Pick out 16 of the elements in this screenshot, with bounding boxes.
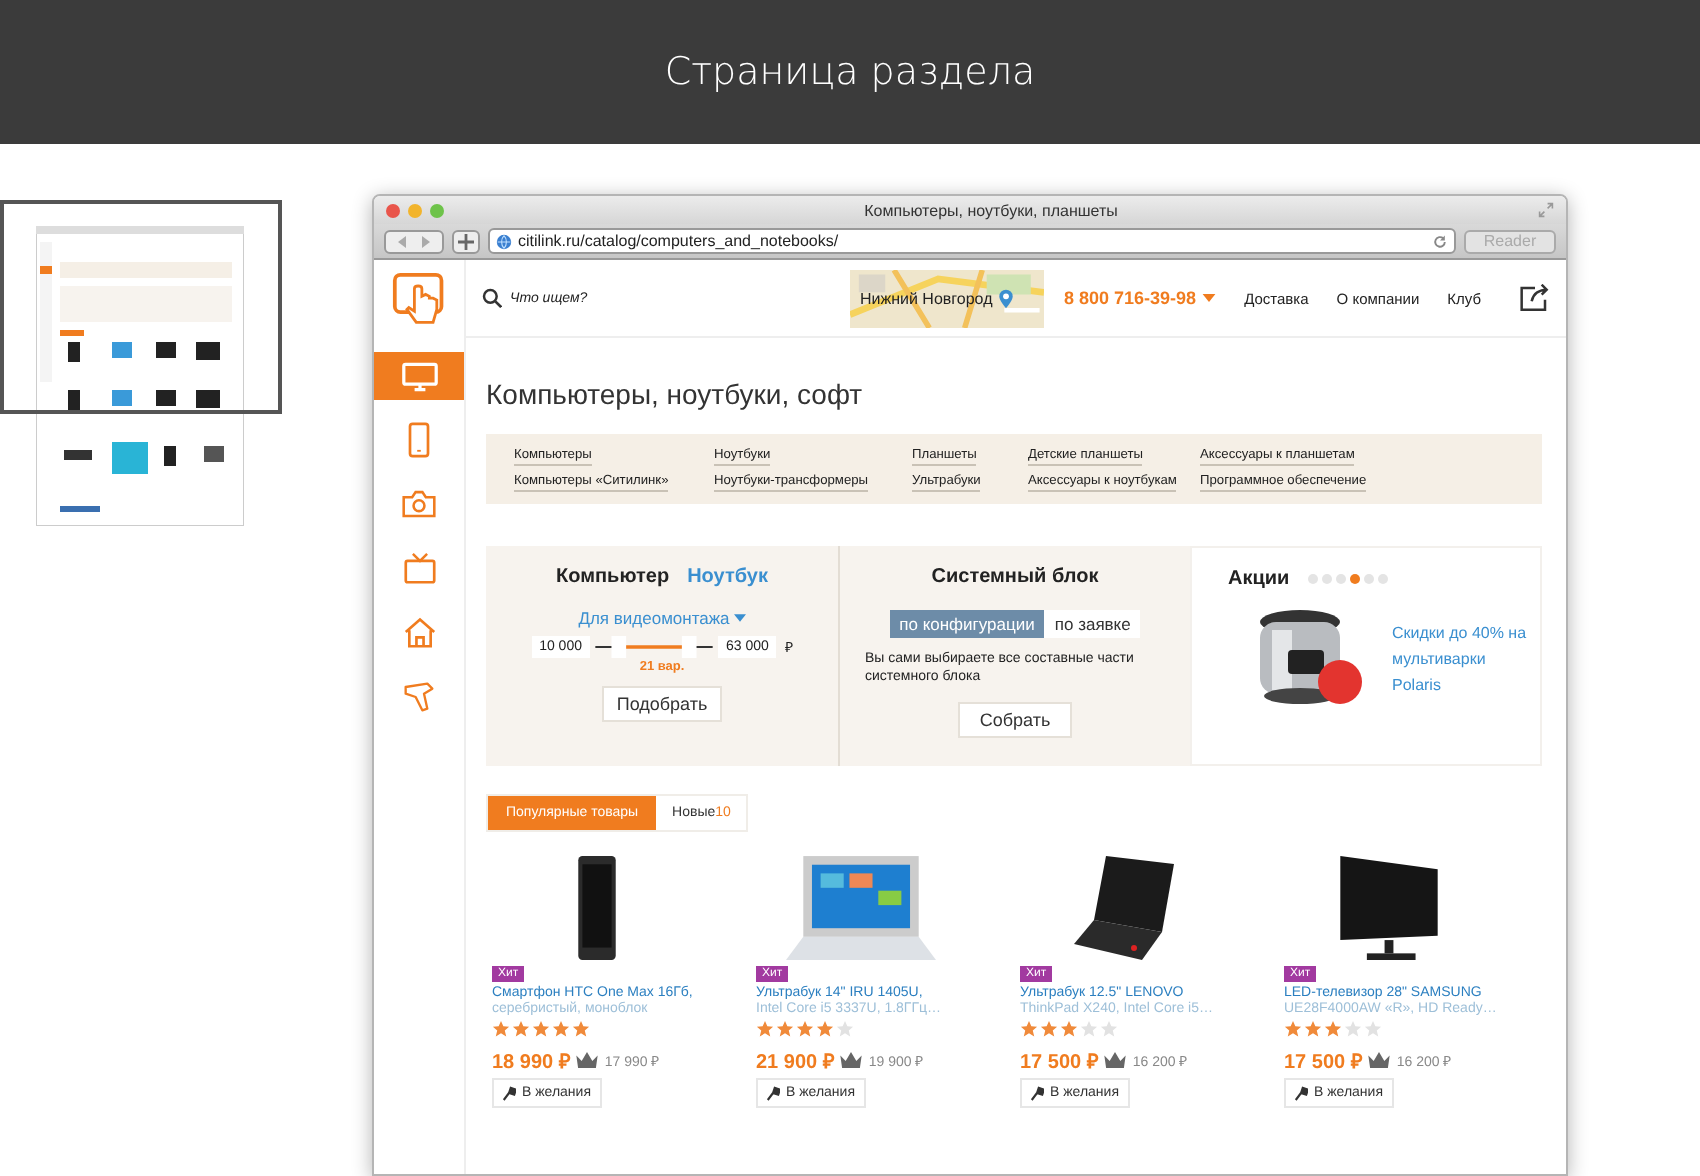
- address-field[interactable]: citilink.ru/catalog/computers_and_notebooks/: [488, 228, 1456, 254]
- promo-link[interactable]: Скидки до 40% на мультиварки Polaris: [1392, 619, 1532, 697]
- panel-title: Акции: [1228, 568, 1290, 590]
- section-heading: Компьютеры, ноутбуки, софт: [486, 378, 865, 410]
- product-price: 18 990 ₽: [492, 1050, 571, 1074]
- pick-button[interactable]: Подобрать: [602, 686, 722, 722]
- configurator-tab[interactable]: Компьютер: [556, 566, 670, 588]
- product-price: 17 500 ₽: [1284, 1050, 1363, 1074]
- product-price: 17 500 ₽: [1020, 1050, 1099, 1074]
- panel-title: Системный блок: [931, 566, 1099, 588]
- product-price: 21 900 ₽: [756, 1050, 835, 1074]
- build-button[interactable]: Собрать: [957, 702, 1073, 738]
- mode-tab[interactable]: по конфигурации: [889, 610, 1045, 638]
- mode-tab[interactable]: по заявке: [1044, 610, 1141, 638]
- window-title: Компьютеры, ноутбуки, планшеты: [862, 201, 1120, 219]
- page-title: Страница раздела: [664, 50, 1036, 94]
